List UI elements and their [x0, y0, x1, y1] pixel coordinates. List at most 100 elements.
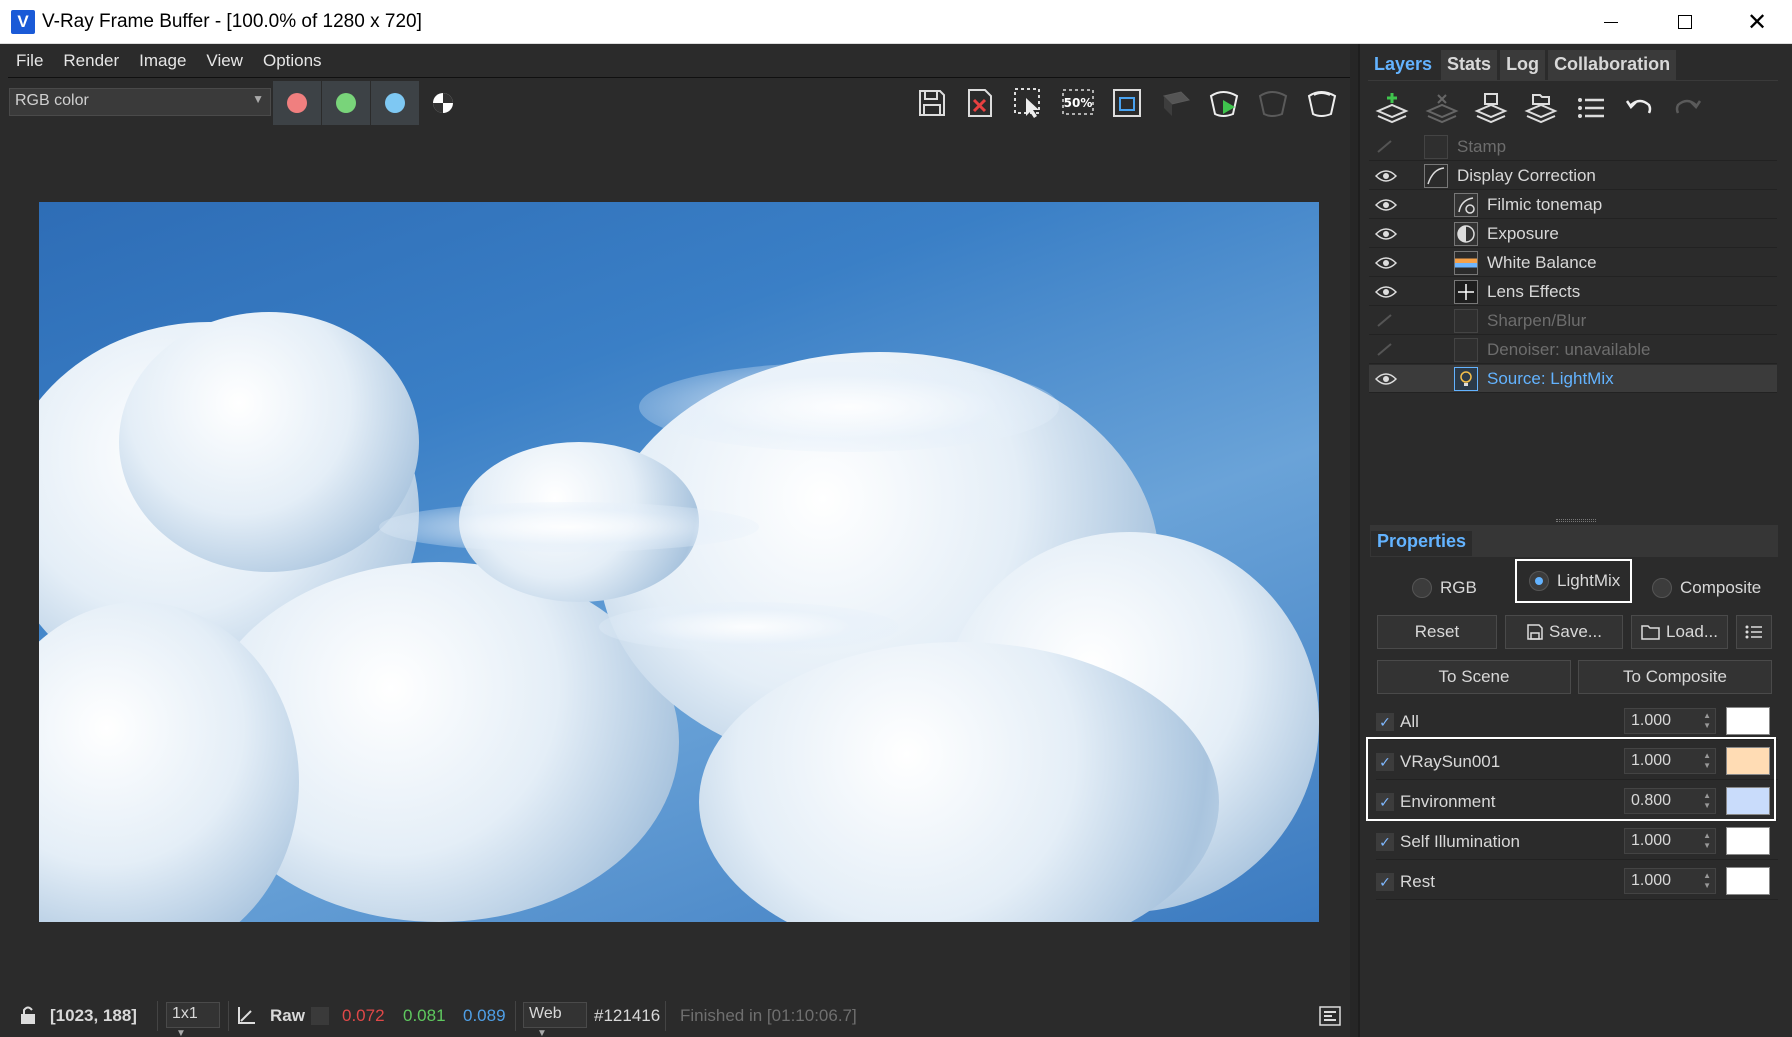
- chevron-down-icon: ▼: [176, 1028, 186, 1037]
- layer-filmic-tonemap[interactable]: Filmic tonemap: [1369, 191, 1777, 219]
- layer-source-lightmix[interactable]: Source: LightMix: [1369, 365, 1777, 393]
- list-icon: [1745, 625, 1762, 639]
- layer-list-icon: [1578, 98, 1604, 118]
- to-scene-button[interactable]: To Scene: [1377, 660, 1571, 694]
- eye-icon[interactable]: [1375, 197, 1397, 213]
- save-image-button[interactable]: [911, 82, 953, 124]
- lightmix-options-button[interactable]: [1736, 615, 1772, 649]
- curve-icon: [1424, 164, 1448, 188]
- region-render-icon: [1113, 89, 1141, 117]
- alpha-channel-button[interactable]: [419, 81, 467, 125]
- mode-composite-radio[interactable]: Composite: [1652, 570, 1761, 606]
- layer-stamp[interactable]: Stamp: [1369, 133, 1777, 161]
- layer-denoiser[interactable]: Denoiser: unavailable: [1369, 336, 1777, 364]
- save-lightmix-button[interactable]: Save...: [1505, 615, 1623, 649]
- load-label: Load...: [1666, 622, 1718, 641]
- reset-button[interactable]: Reset: [1377, 615, 1497, 649]
- enabled-checkbox[interactable]: ✓: [1376, 873, 1394, 891]
- menu-bar: File Render Image View Options: [0, 44, 1352, 77]
- tab-collaboration[interactable]: Collaboration: [1548, 50, 1677, 80]
- intensity-spinner[interactable]: 1.000 ▲ ▼: [1624, 868, 1716, 894]
- eye-icon[interactable]: [1375, 226, 1397, 242]
- blue-channel-button[interactable]: [371, 81, 419, 125]
- eye-icon[interactable]: [1375, 168, 1397, 184]
- eye-icon[interactable]: [1375, 255, 1397, 271]
- menu-view[interactable]: View: [196, 51, 253, 71]
- hidden-eye-icon[interactable]: [1375, 342, 1397, 358]
- save-layer-tree-button[interactable]: [1470, 88, 1512, 128]
- layer-lens-effects[interactable]: Lens Effects: [1369, 278, 1777, 306]
- intensity-spinner[interactable]: 1.000 ▲ ▼: [1624, 828, 1716, 854]
- green-value: 0.081: [403, 1006, 446, 1025]
- load-lightmix-button[interactable]: Load...: [1631, 615, 1728, 649]
- panel-splitter[interactable]: [1350, 44, 1358, 1037]
- hidden-eye-icon[interactable]: [1375, 313, 1397, 329]
- delete-layer-button[interactable]: [1421, 88, 1463, 128]
- hidden-eye-icon[interactable]: [1375, 139, 1397, 155]
- clear-image-button[interactable]: [959, 82, 1001, 124]
- intensity-value: 1.000: [1631, 712, 1672, 729]
- render-status: Finished in [01:10:06.7]: [680, 1006, 857, 1025]
- spinner-arrows-icon[interactable]: ▲ ▼: [1703, 711, 1711, 731]
- eye-icon[interactable]: [1375, 371, 1397, 387]
- mode-label: Composite: [1680, 578, 1762, 597]
- radio-icon: [1652, 578, 1672, 598]
- lens-effects-icon: [1454, 280, 1478, 304]
- layer-sharpen-blur[interactable]: Sharpen/Blur: [1369, 307, 1777, 335]
- render-last-button[interactable]: [1252, 82, 1294, 124]
- channel-dropdown[interactable]: RGB color ▼: [9, 88, 271, 116]
- menu-render[interactable]: Render: [53, 51, 129, 71]
- region-render-button[interactable]: [1106, 82, 1148, 124]
- menu-file[interactable]: File: [6, 51, 53, 71]
- save-icon: [1527, 624, 1543, 640]
- color-swatch[interactable]: [1726, 827, 1770, 855]
- panel-tabs: Layers Stats Log Collaboration: [1368, 50, 1679, 80]
- layer-list-button[interactable]: [1570, 88, 1612, 128]
- render-viewport[interactable]: [39, 202, 1319, 922]
- tab-stats[interactable]: Stats: [1441, 50, 1498, 80]
- red-channel-button[interactable]: [273, 81, 321, 125]
- tab-layers[interactable]: Layers: [1368, 50, 1439, 80]
- create-layer-button[interactable]: [1371, 88, 1413, 128]
- color-picker-icon[interactable]: [235, 1003, 259, 1032]
- toggle-panel-icon[interactable]: [1318, 1004, 1342, 1033]
- minimize-button[interactable]: [1576, 0, 1646, 44]
- track-mouse-button[interactable]: [1008, 82, 1050, 124]
- interactive-render-button[interactable]: [1301, 82, 1343, 124]
- menu-image[interactable]: Image: [129, 51, 196, 71]
- undo-button[interactable]: [1619, 88, 1661, 128]
- maximize-button[interactable]: [1650, 0, 1720, 44]
- tab-log[interactable]: Log: [1500, 50, 1546, 80]
- cloud-streak: [599, 602, 899, 652]
- window-title: V-Ray Frame Buffer - [100.0% of 1280 x 7…: [42, 11, 422, 32]
- layer-display-correction[interactable]: Display Correction: [1369, 162, 1777, 190]
- zoom-50-button[interactable]: 50%: [1057, 82, 1099, 124]
- mode-lightmix-radio[interactable]: LightMix: [1515, 559, 1633, 603]
- color-swatch[interactable]: [1726, 707, 1770, 735]
- close-button[interactable]: ✕: [1722, 0, 1792, 44]
- spinner-arrows-icon[interactable]: ▲ ▼: [1703, 871, 1711, 891]
- green-channel-button[interactable]: [322, 81, 370, 125]
- load-layer-tree-button[interactable]: [1520, 88, 1562, 128]
- mode-rgb-radio[interactable]: RGB: [1412, 570, 1477, 606]
- layer-exposure[interactable]: Exposure: [1369, 220, 1777, 248]
- sample-size-dropdown[interactable]: 1x1 ▼: [166, 1002, 220, 1037]
- lock-coordinates-icon[interactable]: [17, 1004, 39, 1031]
- panel-resize-grip[interactable]: [1556, 519, 1596, 522]
- stop-render-button[interactable]: [1155, 82, 1197, 124]
- to-composite-button[interactable]: To Composite: [1578, 660, 1772, 694]
- to-composite-label: To Composite: [1623, 667, 1727, 686]
- color-space-dropdown[interactable]: Web ▼: [523, 1002, 587, 1037]
- color-swatch[interactable]: [1726, 867, 1770, 895]
- eye-icon[interactable]: [1375, 284, 1397, 300]
- render-button[interactable]: [1203, 82, 1245, 124]
- menu-divider: [8, 77, 1350, 78]
- enabled-checkbox[interactable]: ✓: [1376, 833, 1394, 851]
- menu-options[interactable]: Options: [253, 51, 332, 71]
- redo-button[interactable]: [1666, 88, 1708, 128]
- layer-white-balance[interactable]: White Balance: [1369, 249, 1777, 277]
- spinner-arrows-icon[interactable]: ▲ ▼: [1703, 831, 1711, 851]
- lightmix-icon: [1454, 367, 1478, 391]
- intensity-spinner[interactable]: 1.000 ▲ ▼: [1624, 708, 1716, 734]
- enabled-checkbox[interactable]: ✓: [1376, 713, 1394, 731]
